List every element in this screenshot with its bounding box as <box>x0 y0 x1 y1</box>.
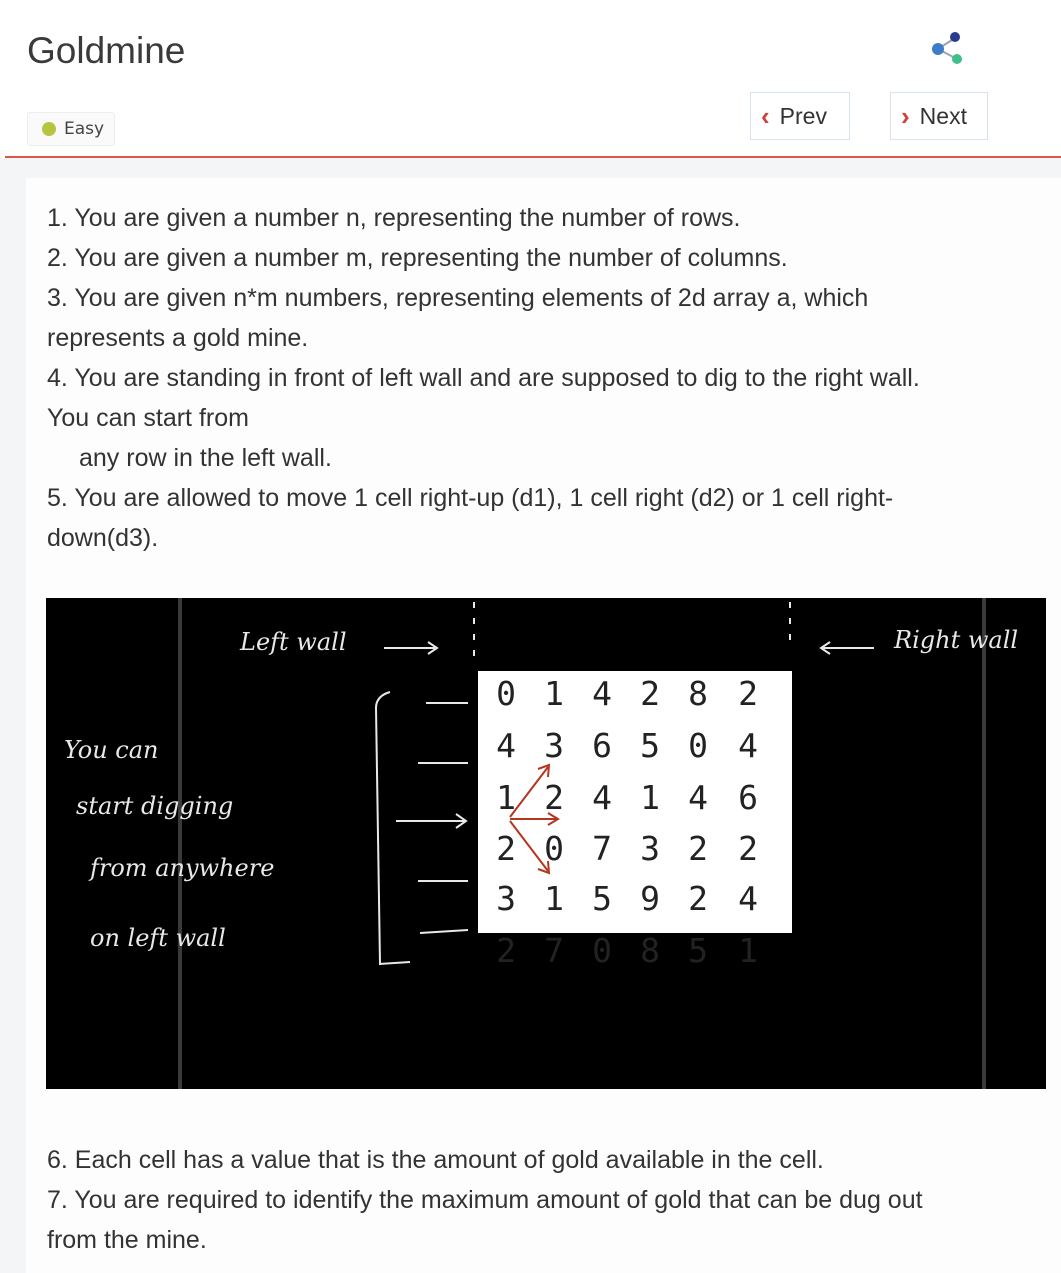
share-icon[interactable] <box>928 30 966 68</box>
prev-button[interactable]: ‹ Prev <box>750 92 850 140</box>
statement-line: any row in the left wall. <box>79 444 332 472</box>
difficulty-label: Easy <box>64 119 105 139</box>
note-line: on left wall <box>90 924 226 952</box>
statement-line: You can start from <box>47 404 249 432</box>
statement-line: down(d3). <box>47 524 159 552</box>
left-wall-label: Left wall <box>240 628 347 656</box>
grid-cell: 7 <box>544 930 564 970</box>
grid-cell: 5 <box>688 930 708 970</box>
move-arrows <box>509 763 560 875</box>
row-arrows <box>396 702 468 882</box>
note-line: You can <box>64 736 159 764</box>
goldmine-illustration: Left wall Right wall You can start diggi… <box>46 598 1046 1089</box>
left-wall-marker <box>473 602 475 660</box>
statement-line: 4. You are standing in front of left wal… <box>47 364 920 392</box>
grid-cell: 0 <box>592 930 612 970</box>
chevron-left-icon: ‹ <box>761 100 770 131</box>
statement-line: 7. You are required to identify the maxi… <box>47 1186 923 1214</box>
header-divider <box>5 156 1061 158</box>
difficulty-badge: Easy <box>27 112 115 146</box>
statement-line: 1. You are given a number n, representin… <box>47 204 741 232</box>
arrow-left-icon <box>819 641 874 655</box>
next-label: Next <box>919 102 967 129</box>
problem-statement-continued: 6. Each cell has a value that is the amo… <box>47 1140 923 1260</box>
problem-header: Goldmine Easy ‹ Prev › Next <box>0 0 1061 158</box>
page-title: Goldmine <box>27 30 186 71</box>
difficulty-dot-icon <box>42 122 56 136</box>
note-line: start digging <box>76 792 234 820</box>
row-arrow <box>419 929 469 934</box>
grid-cell: 8 <box>640 930 660 970</box>
statement-line: from the mine. <box>47 1226 207 1254</box>
statement-line: 5. You are allowed to move 1 cell right-… <box>47 484 894 512</box>
arrow-right-icon <box>384 641 439 655</box>
right-wall-marker <box>789 602 791 648</box>
statement-line: 6. Each cell has a value that is the amo… <box>47 1146 824 1174</box>
statement-line: 2. You are given a number m, representin… <box>47 244 788 272</box>
next-button[interactable]: › Next <box>890 92 988 140</box>
gold-grid: 014282436504124146207322315924270851 <box>478 671 792 970</box>
board-divider <box>982 598 986 1089</box>
prev-label: Prev <box>779 102 827 129</box>
statement-line: 3. You are given n*m numbers, representi… <box>47 284 869 312</box>
right-wall-label: Right wall <box>894 626 1019 654</box>
grid-cell: 2 <box>496 930 516 970</box>
grid-cell: 1 <box>738 930 758 970</box>
chevron-right-icon: › <box>901 100 910 131</box>
note-line: from anywhere <box>90 854 275 882</box>
statement-line: represents a gold mine. <box>47 324 309 352</box>
problem-statement: 1. You are given a number n, representin… <box>47 198 920 558</box>
board-divider <box>178 598 182 1089</box>
